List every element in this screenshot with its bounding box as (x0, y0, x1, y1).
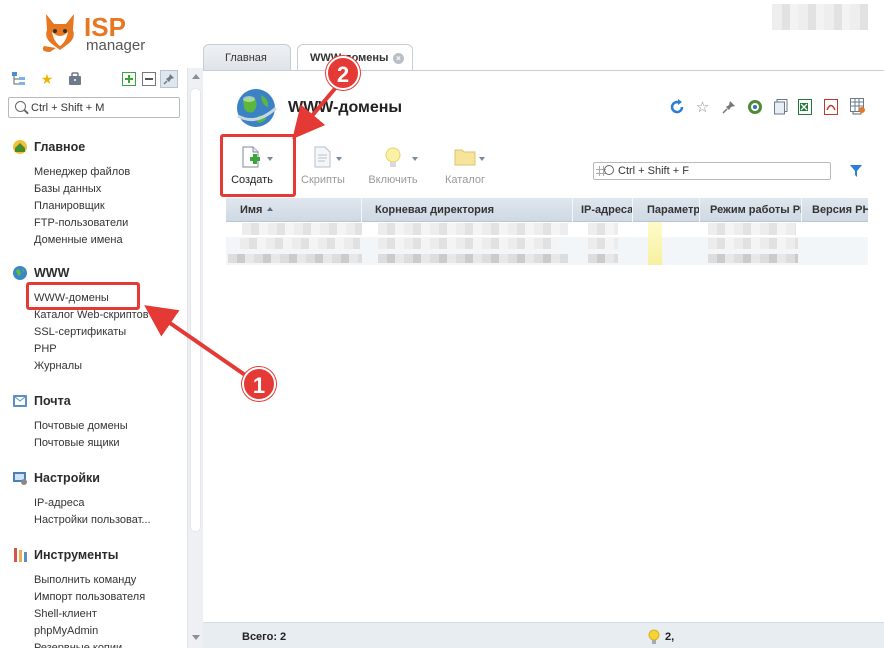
annotation-arrows (144, 83, 340, 379)
annotation-step-1: 1 (242, 367, 276, 401)
ispmanager-app: ISP manager ★ Главное (0, 0, 884, 648)
annotation-step-2: 2 (326, 56, 360, 90)
